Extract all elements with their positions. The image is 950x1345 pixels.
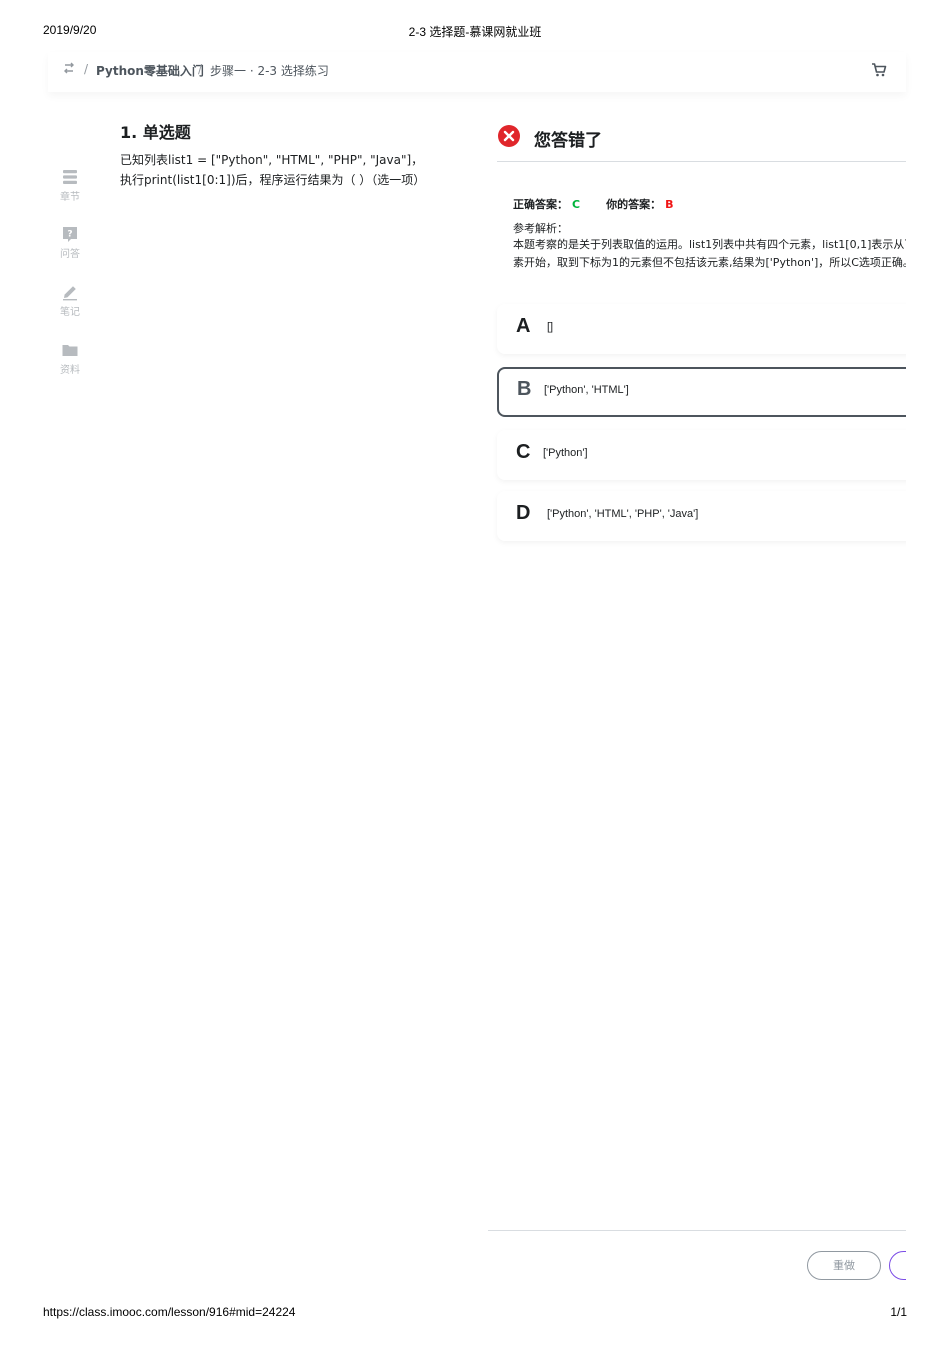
correct-answer-value: C [572,198,581,211]
analysis-label: 参考解析： [513,222,568,235]
option-d[interactable]: D ['Python', 'HTML', 'PHP', 'Java'] [497,491,906,541]
answer-summary: 正确答案： C 你的答案： B [513,196,673,212]
print-page-number: 1/1 [890,1305,907,1319]
side-nav-label: 资料 [60,365,80,376]
result-panel: 您答错了 正确答案： C 你的答案： B 参考解析： 本题考察的是关于列表取值的运用。… [488,108,906,1308]
question-title: 1. 单选题 [120,123,191,142]
option-text: [] [547,321,554,333]
breadcrumb-separator: / [198,62,203,76]
option-text: ['Python', 'HTML', 'PHP', 'Java'] [547,508,699,520]
print-header: 2019/9/20 2-3 选择题-慕课网就业班 [0,23,950,39]
top-bar: / Python零基础入门 / 步骤一 · 2-3 选择练习 [48,52,906,92]
side-nav-materials[interactable]: 资料 [48,341,92,389]
option-letter: D [516,502,531,524]
option-letter: B [517,378,532,400]
your-answer-label: 你的答案： [606,198,662,211]
print-url: https://class.imooc.com/lesson/916#mid=2… [43,1305,296,1319]
option-b[interactable]: B ['Python', 'HTML'] [497,367,906,417]
breadcrumb-step: 步骤一 · 2-3 选择练习 [210,64,329,78]
option-letter: C [516,441,531,463]
option-text: ['Python', 'HTML'] [544,384,629,396]
side-nav-notes[interactable]: 笔记 [48,283,92,331]
option-a[interactable]: A [] [497,304,906,354]
redo-button[interactable]: 重做 [807,1251,881,1280]
result-header: 您答错了 [497,108,906,162]
option-text: ['Python'] [543,447,588,459]
correct-answer-label: 正确答案： [513,198,568,211]
side-nav-label: 问答 [60,249,80,260]
breadcrumb-separator: / [84,62,89,76]
chapters-icon [63,170,77,184]
side-nav-qa[interactable]: ? 问答 [48,225,92,273]
print-title: 2-3 选择题-慕课网就业班 [408,25,542,39]
qa-icon: ? [63,227,77,242]
side-nav-label: 笔记 [60,307,80,318]
cart-icon[interactable] [871,62,887,78]
analysis-text: 本题考察的是关于列表取值的运用。list1列表中共有四个元素，list1[0,1… [513,238,906,269]
wrong-icon [498,125,520,147]
your-answer-value: B [665,198,674,211]
option-letter: A [516,315,531,337]
next-button[interactable] [889,1251,906,1280]
breadcrumb-course-link[interactable]: Python零基础入门 [96,62,204,79]
bottom-divider [488,1230,906,1231]
side-nav-label: 章节 [60,192,80,203]
switch-icon[interactable] [62,61,76,75]
svg-text:?: ? [67,230,72,240]
next-button-clip [889,1251,906,1280]
side-nav-chapters[interactable]: 章节 [48,168,92,216]
print-footer: https://class.imooc.com/lesson/916#mid=2… [0,1305,950,1321]
folder-icon [62,345,78,356]
question-text: 已知列表list1 = ["Python", "HTML", "PHP", "J… [120,153,426,187]
result-title: 您答错了 [534,131,602,151]
option-c[interactable]: C ['Python'] [497,430,906,480]
note-icon [63,286,77,301]
